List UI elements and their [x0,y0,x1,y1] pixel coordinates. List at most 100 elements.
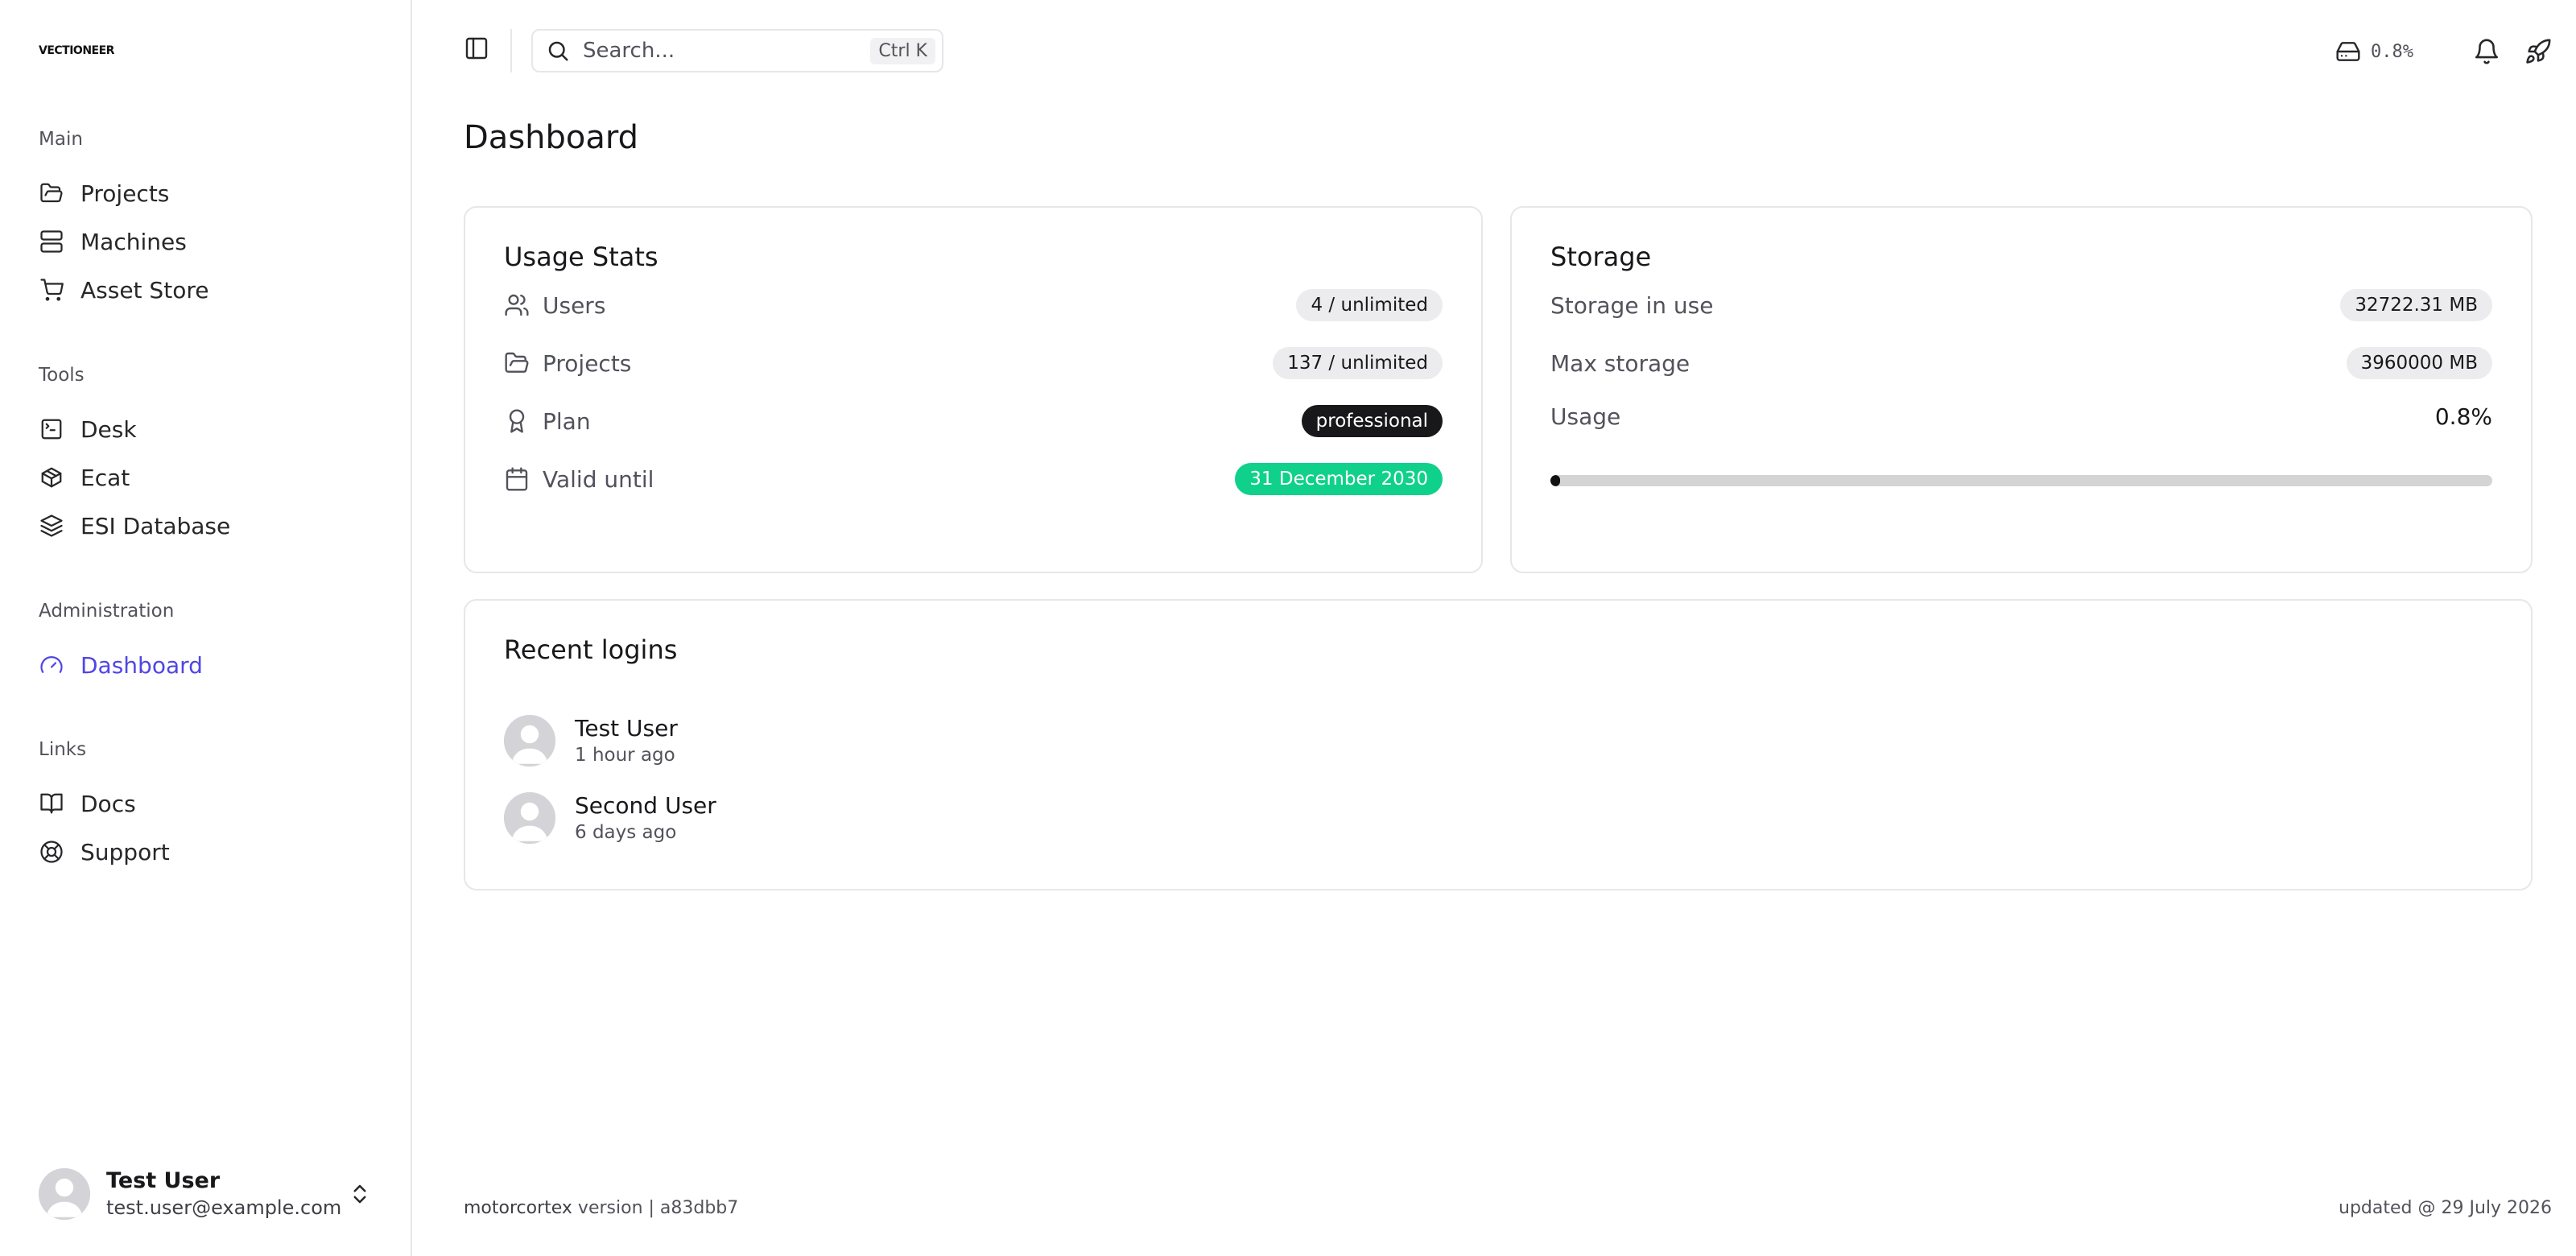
storage-indicator[interactable]: 0.8% [2335,39,2413,64]
search-icon [546,39,570,63]
sidebar-item-label: Desk [80,415,137,443]
sidebar: VECTIONEER Main Projects Machines Asset … [0,0,412,1256]
login-name: Second User [575,792,716,819]
stat-value-badge: 137 / unlimited [1273,347,1443,379]
sidebar-item-label: Machines [80,228,187,255]
usage-label: Usage [1550,403,1621,430]
card-title: Storage [1550,242,1652,272]
topbar-actions: 0.8% [2335,35,2552,68]
login-item: Second User 6 days ago [504,791,716,845]
card-title: Usage Stats [504,242,658,272]
nav-group-label: Tools [39,365,85,386]
terminal-square-icon [39,416,64,442]
stat-label: Valid until [543,465,654,493]
sidebar-item-asset-store[interactable]: Asset Store [39,266,391,314]
sidebar-item-ecat[interactable]: Ecat [39,453,391,502]
topbar: Ctrl K 0.8% [412,0,2576,103]
sidebar-item-support[interactable]: Support [39,828,391,876]
sidebar-item-desk[interactable]: Desk [39,405,391,453]
calendar-icon [504,466,530,492]
rocket-icon[interactable] [2524,38,2552,65]
login-time: 1 hour ago [575,745,675,766]
nav-group-links: Links Docs Support [39,737,391,876]
recent-logins-card: Recent logins Test User 1 hour ago Secon… [464,599,2533,890]
avatar [504,792,555,844]
nav-group-tools: Tools Desk Ecat ESI Database [39,363,391,550]
nav-group-label: Administration [39,601,175,622]
sidebar-toggle-icon[interactable] [464,35,493,64]
stat-row-projects: Projects 137 / unlimited [504,343,1443,383]
search-input[interactable] [583,39,871,63]
sidebar-item-label: Projects [80,180,170,207]
sidebar-item-label: Dashboard [80,651,203,679]
users-icon [504,292,530,318]
shortcut-hint: Ctrl K [870,37,935,64]
stat-label: Storage in use [1550,291,1714,319]
sidebar-item-dashboard[interactable]: Dashboard [39,641,391,689]
storage-card: Storage Storage in use 32722.31 MB Max s… [1510,206,2533,573]
login-item: Test User 1 hour ago [504,713,678,768]
bell-icon[interactable] [2473,38,2500,65]
plan-badge: professional [1301,405,1443,437]
hard-drive-icon [2336,42,2360,61]
server-icon [39,229,64,254]
user-name: Test User [106,1168,221,1193]
page-title: Dashboard [464,119,639,156]
nav-group-administration: Administration Dashboard [39,599,391,689]
sidebar-item-label: Docs [80,790,136,817]
updated-text: updated @ 29 July 2026 [2339,1198,2552,1218]
usage-progress-fill [1550,475,1560,486]
footer: motorcortex version | a83dbb7 updated @ … [464,1198,2552,1224]
stat-row-plan: Plan professional [504,401,1443,441]
sidebar-item-machines[interactable]: Machines [39,217,391,266]
stat-value-badge: 32722.31 MB [2340,289,2492,321]
divider [510,29,512,72]
sidebar-item-docs[interactable]: Docs [39,779,391,828]
usage-value: 0.8% [2434,403,2492,430]
sidebar-item-label: Ecat [80,464,130,491]
sidebar-item-esi-database[interactable]: ESI Database [39,502,391,550]
main-content: Ctrl K 0.8% Dashboard Usage Stats [412,0,2576,1256]
shopping-cart-icon [39,277,64,303]
login-time: 6 days ago [575,822,677,843]
stat-row-users: Users 4 / unlimited [504,285,1443,325]
storage-in-use-row: Storage in use 32722.31 MB [1550,285,2492,325]
stat-row-valid-until: Valid until 31 December 2030 [504,459,1443,499]
stat-label: Max storage [1550,349,1690,377]
award-icon [504,408,530,434]
sidebar-item-projects[interactable]: Projects [39,169,391,217]
nav-group-label: Main [39,129,83,150]
folder-open-icon [39,180,64,206]
storage-percent: 0.8% [2371,41,2413,62]
user-email: test.user@example.com [106,1196,342,1219]
nav-group-label: Links [39,739,87,760]
stat-label: Plan [543,407,591,435]
avatar [39,1168,90,1220]
sidebar-item-label: Support [80,838,170,866]
version-text: version | a83dbb7 [572,1198,739,1218]
brand-link[interactable]: motorcortex [464,1198,572,1218]
card-title: Recent logins [504,634,678,665]
version-info: motorcortex version | a83dbb7 [464,1198,738,1224]
nav-group-main: Main Projects Machines Asset Store [39,127,391,314]
user-menu[interactable]: Test User test.user@example.com [39,1167,372,1221]
folder-open-icon [504,350,530,376]
package-icon [39,465,64,490]
search-box[interactable]: Ctrl K [531,29,943,72]
gauge-icon [39,652,64,678]
stat-value-badge: 3960000 MB [2346,347,2492,379]
chevrons-up-down-icon[interactable] [348,1182,372,1206]
logo[interactable]: VECTIONEER [39,44,114,57]
stat-label: Users [543,291,606,319]
usage-stats-card: Usage Stats Users 4 / unlimited Projects… [464,206,1483,573]
usage-row: Usage 0.8% [1550,396,2492,436]
stat-value-badge: 4 / unlimited [1296,289,1443,321]
life-buoy-icon [39,839,64,865]
usage-progress-bar [1550,475,2492,486]
sidebar-item-label: Asset Store [80,276,209,304]
layers-icon [39,513,64,539]
book-open-icon [39,791,64,816]
avatar [504,715,555,766]
login-name: Test User [575,715,678,742]
valid-until-badge: 31 December 2030 [1235,463,1443,495]
